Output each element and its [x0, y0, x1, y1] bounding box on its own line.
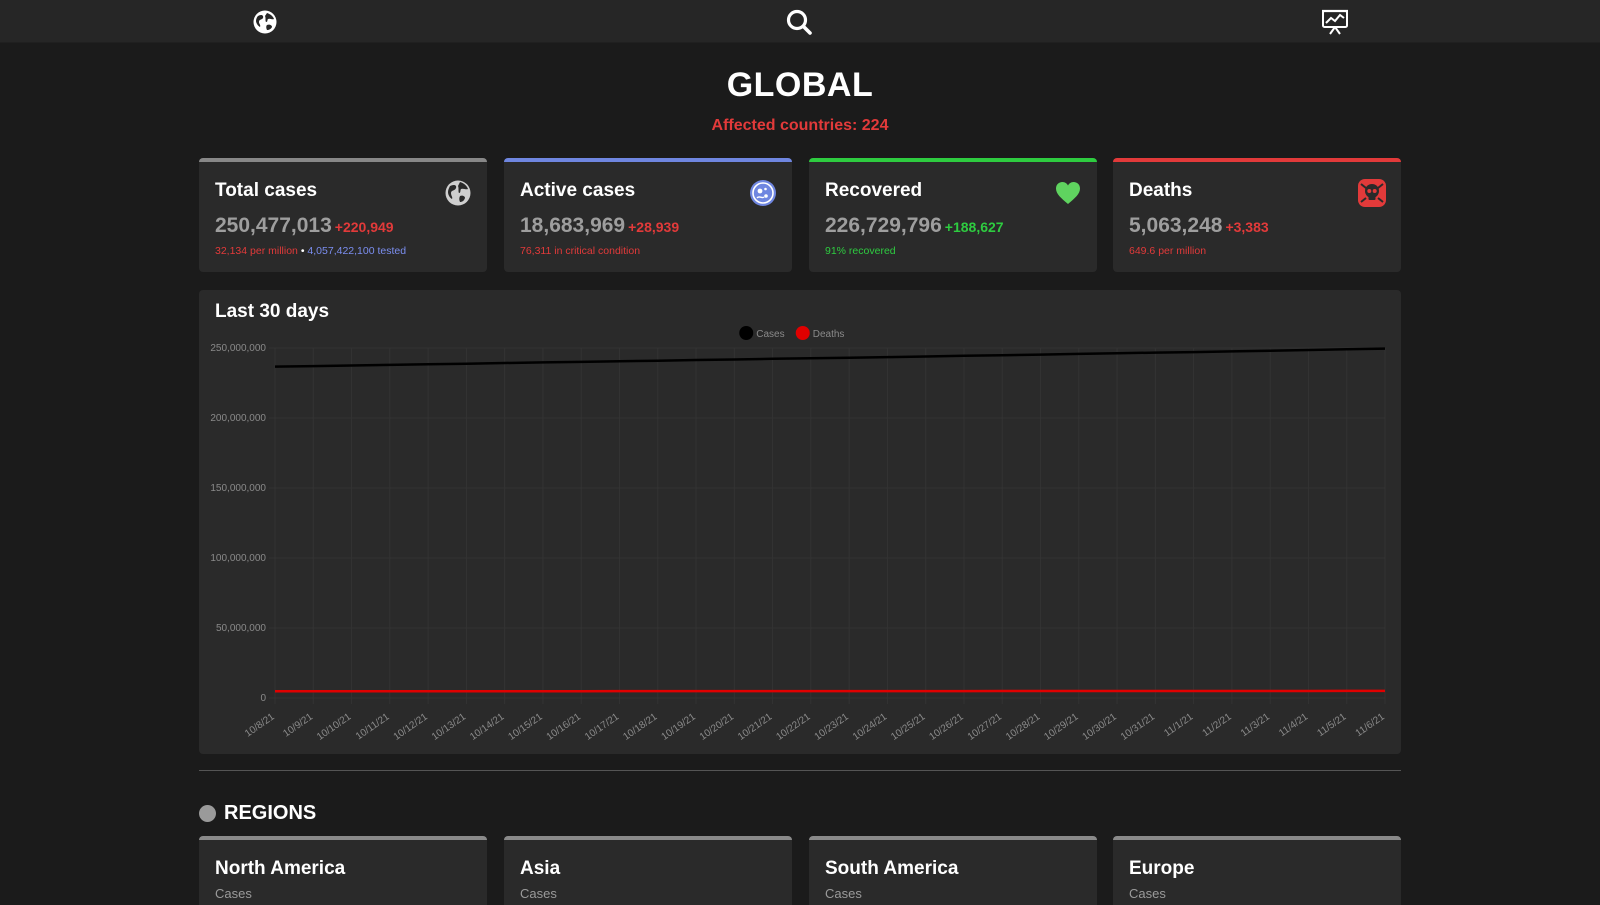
x-tick-label: 10/17/21: [583, 711, 622, 743]
x-tick-label: 11/5/21: [1315, 711, 1348, 739]
x-tick-label: 10/24/21: [851, 711, 890, 743]
region-card-europe[interactable]: Europe Cases: [1113, 836, 1401, 905]
y-tick-label: 200,000,000: [210, 413, 266, 424]
card-delta: +28,939: [628, 219, 680, 235]
globe-icon: [445, 180, 471, 206]
x-tick-label: 10/12/21: [392, 711, 431, 743]
regions-title: REGIONS: [224, 802, 317, 824]
x-tick-label: 10/20/21: [698, 711, 737, 743]
search-icon: [786, 9, 812, 35]
card-title: Total cases: [215, 180, 318, 201]
recovered-percent-note: 91% recovered: [825, 245, 896, 257]
heart-icon: [1056, 182, 1080, 204]
note-separator: •: [300, 245, 305, 257]
tested-note: 4,057,422,100 tested: [307, 245, 407, 257]
region-name: Europe: [1129, 858, 1195, 879]
card-value: 5,063,248 +3,383: [1129, 214, 1269, 238]
top-nav-bar: [0, 0, 1600, 43]
region-sub-label: Cases: [215, 886, 252, 901]
y-tick-label: 50,000,000: [216, 623, 266, 634]
regions-header: REGIONS: [199, 802, 316, 825]
y-tick-label: 250,000,000: [210, 343, 266, 354]
per-million-note: 32,134 per million: [215, 245, 298, 257]
legend-label-cases: Cases: [756, 329, 784, 340]
x-tick-label: 10/16/21: [545, 711, 584, 743]
region-card-north-america[interactable]: North America Cases: [199, 836, 487, 905]
region-sub-label: Cases: [520, 886, 557, 901]
deaths-card: Deaths 5,063,248 +3,383 649.6 per million: [1113, 158, 1401, 272]
x-tick-label: 10/23/21: [813, 711, 852, 743]
x-tick-label: 10/9/21: [281, 711, 315, 739]
recovered-value: 226,729,796: [825, 214, 942, 237]
globe-nav-button[interactable]: [235, 0, 295, 43]
x-tick-label: 11/2/21: [1201, 711, 1234, 739]
deaths-value: 5,063,248: [1129, 214, 1223, 237]
globe-icon: [253, 10, 277, 33]
active-cases-card: Active cases 18,683,969 +28,939 76,311 in…: [504, 158, 792, 272]
chart-presentation-icon: [1322, 9, 1348, 35]
x-tick-label: 11/4/21: [1277, 711, 1310, 739]
x-tick-label: 10/22/21: [774, 711, 813, 743]
region-name: Asia: [520, 858, 561, 879]
regions-dot-icon: [199, 805, 216, 822]
card-note: 32,134 per million • 4,057,422,100 teste…: [215, 245, 406, 257]
x-tick-label: 10/19/21: [660, 711, 699, 743]
line-chart: 250,000,000 200,000,000 150,000,000 100,000…: [210, 326, 1387, 743]
card-value: 250,477,013 +220,949: [215, 214, 394, 238]
y-tick-label: 100,000,000: [210, 553, 266, 564]
legend-marker-cases: [739, 326, 754, 340]
x-tick-label: 10/30/21: [1081, 711, 1120, 743]
x-tick-label: 10/11/21: [354, 711, 392, 742]
x-tick-label: 10/27/21: [966, 711, 1005, 743]
x-tick-label: 10/26/21: [927, 711, 966, 743]
x-tick-label: 11/1/21: [1162, 711, 1195, 739]
virus-icon: [750, 180, 776, 206]
x-tick-label: 10/25/21: [889, 711, 928, 743]
search-nav-button[interactable]: [769, 0, 829, 43]
total-cases-value: 250,477,013: [215, 214, 332, 237]
x-tick-label: 11/3/21: [1239, 711, 1272, 739]
card-delta: +3,383: [1225, 219, 1269, 235]
x-tick-label: 10/10/21: [315, 711, 354, 743]
series-line-cases: [274, 347, 1386, 368]
critical-condition-note: 76,311 in critical condition: [520, 245, 641, 257]
x-tick-label: 10/13/21: [430, 711, 469, 743]
x-tick-label: 10/31/21: [1119, 711, 1158, 743]
active-cases-value: 18,683,969: [520, 214, 626, 237]
card-title: Recovered: [825, 180, 923, 201]
x-tick-label: 10/28/21: [1004, 711, 1043, 743]
x-tick-label: 10/18/21: [621, 711, 660, 743]
x-tick-label: 10/15/21: [506, 711, 545, 743]
card-value: 18,683,969 +28,939: [520, 214, 679, 238]
skull-icon: [1358, 179, 1386, 207]
x-tick-label: 10/29/21: [1042, 711, 1081, 743]
card-value: 226,729,796 +188,627: [825, 214, 1004, 238]
region-card-south-america[interactable]: South America Cases: [809, 836, 1097, 905]
x-tick-label: 11/6/21: [1354, 711, 1387, 739]
card-delta: +220,949: [334, 219, 394, 235]
region-name: South America: [825, 858, 959, 879]
x-tick-label: 10/8/21: [243, 711, 277, 739]
y-tick-label: 150,000,000: [210, 483, 266, 494]
card-delta: +188,627: [944, 219, 1004, 235]
last-30-days-chart-panel: Last 30 days 250,000,000 200,000,000 150,0…: [199, 290, 1401, 754]
section-divider: [199, 770, 1401, 771]
region-sub-label: Cases: [1129, 886, 1166, 901]
region-name: North America: [215, 858, 346, 879]
affected-countries-label: Affected countries: 224: [711, 117, 889, 134]
recovered-card: Recovered 226,729,796 +188,627 91% recove…: [809, 158, 1097, 272]
card-title: Active cases: [520, 180, 636, 201]
legend-marker-deaths: [795, 326, 810, 340]
statistics-nav-button[interactable]: [1305, 0, 1365, 43]
region-card-asia[interactable]: Asia Cases: [504, 836, 792, 905]
page-title: GLOBAL: [726, 66, 874, 104]
total-cases-card: Total cases 250,477,013 +220,949 32,134 p…: [199, 158, 487, 272]
x-tick-label: 10/14/21: [468, 711, 507, 743]
y-tick-label: 0: [260, 693, 266, 704]
x-tick-label: 10/21/21: [736, 711, 775, 743]
legend-label-deaths: Deaths: [813, 329, 845, 340]
region-sub-label: Cases: [825, 886, 862, 901]
card-title: Deaths: [1129, 180, 1193, 201]
deaths-per-million-note: 649.6 per million: [1129, 245, 1207, 257]
